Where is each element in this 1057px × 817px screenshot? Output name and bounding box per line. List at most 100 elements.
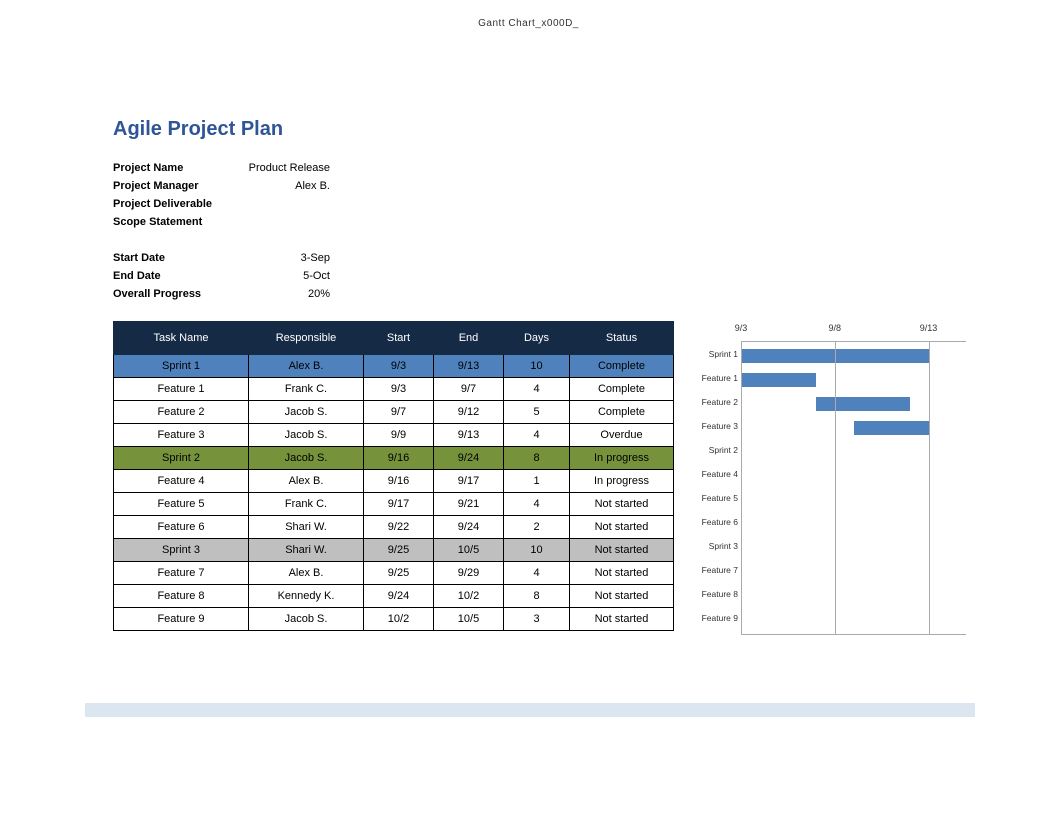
- cell-end: 9/24: [434, 447, 504, 470]
- cell-days: 2: [504, 516, 570, 539]
- column-header: Responsible: [249, 322, 364, 355]
- gantt-tick-label: 9/8: [828, 323, 841, 333]
- cell-end: 9/21: [434, 493, 504, 516]
- gantt-row-label: Sprint 2: [696, 445, 738, 455]
- cell-responsible: Shari W.: [249, 516, 364, 539]
- cell-status: Overdue: [570, 424, 674, 447]
- cell-responsible: Jacob S.: [249, 401, 364, 424]
- cell-start: 9/25: [364, 562, 434, 585]
- gantt-row: Sprint 3: [696, 537, 966, 561]
- gantt-row-label: Feature 1: [696, 373, 738, 383]
- cell-responsible: Jacob S.: [249, 447, 364, 470]
- gantt-row: Feature 5: [696, 489, 966, 513]
- column-header: Task Name: [114, 322, 249, 355]
- meta-value: [238, 195, 330, 213]
- cell-end: 9/29: [434, 562, 504, 585]
- project-meta-1: Project NameProduct ReleaseProject Manag…: [113, 159, 983, 231]
- meta-row: Overall Progress20%: [113, 285, 983, 303]
- cell-end: 9/13: [434, 355, 504, 378]
- cell-responsible: Kennedy K.: [249, 585, 364, 608]
- cell-days: 1: [504, 470, 570, 493]
- gantt-row-label: Feature 6: [696, 517, 738, 527]
- gantt-rows: Sprint 1 Feature 1 Feature 2 Feature 3 Sprin…: [696, 345, 966, 633]
- cell-status: Complete: [570, 355, 674, 378]
- gantt-row: Sprint 1: [696, 345, 966, 369]
- gantt-tick-label: 9/3: [735, 323, 748, 333]
- meta-label: Start Date: [113, 249, 238, 267]
- page: Gantt Chart_x000D_ Agile Project Plan Pr…: [0, 0, 1057, 817]
- gantt-row-label: Feature 9: [696, 613, 738, 623]
- cell-status: In progress: [570, 447, 674, 470]
- cell-end: 9/24: [434, 516, 504, 539]
- table-row: Sprint 2Jacob S.9/169/248In progress: [114, 447, 674, 470]
- gantt-gridline: [929, 341, 930, 635]
- cell-name: Feature 1: [114, 378, 249, 401]
- document-header: Gantt Chart_x000D_: [0, 18, 1057, 29]
- gantt-row-label: Feature 2: [696, 397, 738, 407]
- cell-responsible: Frank C.: [249, 493, 364, 516]
- table-row: Sprint 3Shari W.9/2510/510Not started: [114, 539, 674, 562]
- gantt-row: Feature 8: [696, 585, 966, 609]
- table-row: Feature 5Frank C.9/179/214Not started: [114, 493, 674, 516]
- meta-value: 20%: [238, 285, 330, 303]
- cell-start: 10/2: [364, 608, 434, 631]
- cell-days: 4: [504, 562, 570, 585]
- cell-start: 9/16: [364, 447, 434, 470]
- cell-name: Feature 2: [114, 401, 249, 424]
- column-header: Days: [504, 322, 570, 355]
- gantt-top-border: [741, 341, 966, 342]
- table-row: Feature 9Jacob S.10/210/53Not started: [114, 608, 674, 631]
- meta-value: Product Release: [238, 159, 330, 177]
- cell-status: Not started: [570, 585, 674, 608]
- cell-start: 9/9: [364, 424, 434, 447]
- content-area: Agile Project Plan Project NameProduct R…: [113, 118, 983, 641]
- cell-start: 9/7: [364, 401, 434, 424]
- table-row: Feature 2Jacob S.9/79/125Complete: [114, 401, 674, 424]
- cell-days: 4: [504, 493, 570, 516]
- meta-label: Project Manager: [113, 177, 238, 195]
- page-title: Agile Project Plan: [113, 118, 983, 141]
- cell-status: Complete: [570, 378, 674, 401]
- cell-days: 10: [504, 355, 570, 378]
- cell-end: 9/12: [434, 401, 504, 424]
- column-header: Status: [570, 322, 674, 355]
- cell-name: Sprint 1: [114, 355, 249, 378]
- gantt-row: Sprint 2: [696, 441, 966, 465]
- gantt-row: Feature 4: [696, 465, 966, 489]
- cell-name: Feature 5: [114, 493, 249, 516]
- cell-status: Not started: [570, 539, 674, 562]
- gantt-row: Feature 7: [696, 561, 966, 585]
- gantt-row: Feature 6: [696, 513, 966, 537]
- cell-responsible: Shari W.: [249, 539, 364, 562]
- cell-status: Not started: [570, 516, 674, 539]
- meta-label: Scope Statement: [113, 213, 238, 231]
- cell-name: Feature 4: [114, 470, 249, 493]
- gantt-tick-label: 9/13: [920, 323, 938, 333]
- cell-name: Feature 8: [114, 585, 249, 608]
- table-row: Feature 8Kennedy K.9/2410/28Not started: [114, 585, 674, 608]
- meta-row: Project ManagerAlex B.: [113, 177, 983, 195]
- cell-days: 10: [504, 539, 570, 562]
- meta-row: Project Deliverable: [113, 195, 983, 213]
- meta-label: Project Deliverable: [113, 195, 238, 213]
- gantt-row-label: Feature 5: [696, 493, 738, 503]
- header-row: Task NameResponsibleStartEndDaysStatus: [114, 322, 674, 355]
- gantt-row-label: Sprint 3: [696, 541, 738, 551]
- cell-responsible: Alex B.: [249, 470, 364, 493]
- cell-start: 9/3: [364, 355, 434, 378]
- project-meta-2: Start Date3-SepEnd Date5-OctOverall Prog…: [113, 249, 983, 303]
- cell-responsible: Jacob S.: [249, 424, 364, 447]
- cell-start: 9/3: [364, 378, 434, 401]
- task-table-body: Sprint 1Alex B.9/39/1310CompleteFeature …: [114, 355, 674, 631]
- cell-responsible: Alex B.: [249, 355, 364, 378]
- gantt-row: Feature 3: [696, 417, 966, 441]
- cell-name: Sprint 3: [114, 539, 249, 562]
- gantt-row: Feature 9: [696, 609, 966, 633]
- table-row: Feature 3Jacob S.9/99/134Overdue: [114, 424, 674, 447]
- cell-start: 9/17: [364, 493, 434, 516]
- column-header: End: [434, 322, 504, 355]
- cell-start: 9/22: [364, 516, 434, 539]
- cell-status: Not started: [570, 493, 674, 516]
- cell-end: 9/13: [434, 424, 504, 447]
- table-row: Feature 1Frank C.9/39/74Complete: [114, 378, 674, 401]
